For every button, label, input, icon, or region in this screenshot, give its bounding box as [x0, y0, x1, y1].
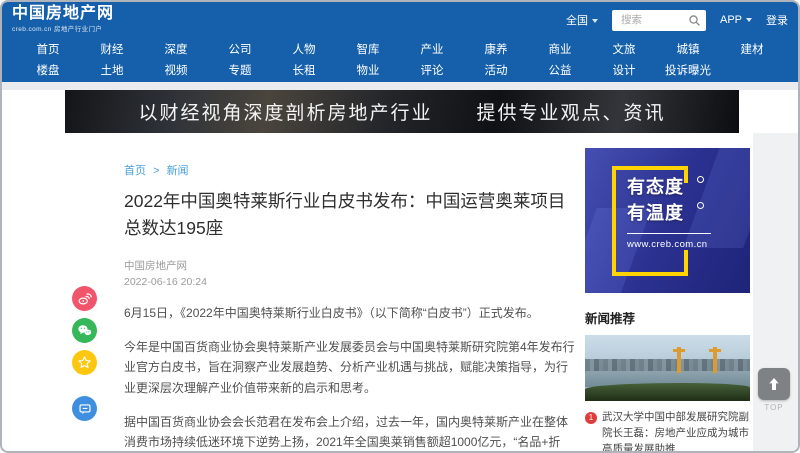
rank-badge: 1 — [585, 412, 597, 424]
thumbnail-bridge-tower — [709, 349, 721, 352]
nav-item-people[interactable]: 人物 — [272, 41, 336, 57]
list-item[interactable]: 1 武汉大学中国中部发展研究院副院长王磊：房地产业应成为城市高质量发展助推 — [585, 410, 750, 453]
breadcrumb-home[interactable]: 首页 — [124, 165, 146, 177]
nav-item-properties[interactable]: 楼盘 — [16, 62, 80, 78]
nav-item-depth[interactable]: 深度 — [144, 41, 208, 57]
back-to-top-label: TOP — [756, 403, 792, 412]
breadcrumb-separator: > — [153, 165, 159, 177]
ad-decoration — [697, 202, 704, 209]
news-list: 1 武汉大学中国中部发展研究院副院长王磊：房地产业应成为城市高质量发展助推 2 … — [585, 410, 750, 453]
main-nav: 首页 财经 深度 公司 人物 智库 产业 康养 商业 文旅 城镇 建材 楼盘 土… — [2, 38, 798, 82]
article-meta: 中国房地产网 2022-06-16 20:24 — [124, 259, 207, 291]
back-to-top-button[interactable] — [758, 368, 790, 400]
breadcrumb-news[interactable]: 新闻 — [167, 165, 189, 177]
nav-item-commerce[interactable]: 商业 — [528, 41, 592, 57]
breadcrumb: 首页 > 新闻 — [124, 162, 189, 178]
logo-subtitle: creb.com.cn 房地产行业门户 — [12, 23, 114, 33]
nav-item-design[interactable]: 设计 — [592, 62, 656, 78]
nav-item-video[interactable]: 视频 — [144, 62, 208, 78]
nav-item-wellness[interactable]: 康养 — [464, 41, 528, 57]
thumbnail-foreground — [585, 383, 750, 401]
search-icon[interactable] — [688, 14, 701, 27]
region-selector[interactable]: 全国 — [566, 12, 598, 28]
nav-item-industry[interactable]: 产业 — [400, 41, 464, 57]
thumbnail-bridge-tower — [673, 349, 685, 352]
header-actions: 全国 APP 登录 — [566, 2, 788, 38]
banner-ad[interactable]: 以财经视角深度剖析房地产行业 提供专业观点、资讯 — [65, 90, 739, 133]
page-title: 2022年中国奥特莱斯行业白皮书发布：中国运营奥莱项目总数达195座 — [124, 188, 576, 242]
nav-item-land[interactable]: 土地 — [80, 62, 144, 78]
nav-item-company[interactable]: 公司 — [208, 41, 272, 57]
ad-frame — [612, 166, 688, 170]
news-recommend-title: 新闻推荐 — [585, 308, 750, 327]
nav-item-complaints[interactable]: 投诉曝光 — [656, 62, 720, 78]
chevron-down-icon — [592, 19, 598, 23]
article-paragraph: 据中国百货商业协会会长范君在发布会上介绍，过去一年，国内奥特莱斯产业在整体消费市… — [124, 412, 576, 453]
nav-row-1: 首页 财经 深度 公司 人物 智库 产业 康养 商业 文旅 城镇 建材 — [2, 38, 798, 59]
nav-item-home[interactable]: 首页 — [16, 41, 80, 57]
site-logo[interactable]: 中国房地产网 creb.com.cn 房地产行业门户 — [12, 5, 114, 33]
ad-frame — [684, 250, 688, 276]
app-menu[interactable]: APP — [720, 14, 752, 26]
sidebar-ad[interactable]: 有态度 有温度 www.creb.com.cn — [585, 148, 750, 293]
comment-icon[interactable] — [72, 396, 97, 421]
nav-item-finance[interactable]: 财经 — [80, 41, 144, 57]
nav-row-2: 楼盘 土地 视频 专题 长租 物业 评论 活动 公益 设计 投诉曝光 — [2, 59, 798, 80]
arrow-up-icon — [766, 376, 782, 392]
divider — [2, 82, 798, 90]
article-date: 2022-06-16 20:24 — [124, 275, 207, 291]
news-item-text: 武汉大学中国中部发展研究院副院长王磊：房地产业应成为城市高质量发展助推 — [602, 410, 750, 453]
ad-frame — [612, 272, 688, 276]
chevron-down-icon — [746, 18, 752, 22]
ad-text: 有态度 有温度 www.creb.com.cn — [627, 174, 711, 250]
region-label: 全国 — [566, 15, 588, 27]
logo-title: 中国房地产网 — [12, 5, 114, 23]
nav-item-longrent[interactable]: 长租 — [272, 62, 336, 78]
ad-frame — [612, 166, 616, 276]
nav-item-comment[interactable]: 评论 — [400, 62, 464, 78]
wechat-share-icon[interactable] — [72, 318, 97, 343]
article-paragraph: 今年是中国百货商业协会奥特莱斯产业发展委员会与中国奥特莱斯研究院第4年发布行业官… — [124, 337, 576, 399]
nav-item-charity[interactable]: 公益 — [528, 62, 592, 78]
site-header: 中国房地产网 creb.com.cn 房地产行业门户 全国 APP 登录 — [2, 2, 798, 38]
ad-decoration — [697, 176, 704, 183]
banner-text-2: 提供专业观点、资讯 — [477, 98, 666, 125]
share-rail — [72, 286, 97, 421]
weibo-share-icon[interactable] — [72, 286, 97, 311]
app-label: APP — [720, 14, 742, 26]
nav-item-culture-tourism[interactable]: 文旅 — [592, 41, 656, 57]
article-body: 6月15日，《2022年中国奥特莱斯行业白皮书》（以下简称“白皮书”）正式发布。… — [124, 303, 576, 453]
search-input[interactable] — [619, 13, 695, 27]
nav-item-materials[interactable]: 建材 — [720, 41, 784, 57]
thumbnail-city — [585, 359, 750, 371]
nav-item-property-mgmt[interactable]: 物业 — [336, 62, 400, 78]
article-paragraph: 6月15日，《2022年中国奥特莱斯行业白皮书》（以下简称“白皮书”）正式发布。 — [124, 303, 576, 324]
login-link[interactable]: 登录 — [766, 12, 788, 28]
browser-window: 中国房地产网 creb.com.cn 房地产行业门户 全国 APP 登录 首页 … — [0, 0, 800, 453]
sidebar: 有态度 有温度 www.creb.com.cn 新闻推荐 1 武汉大学中国中部发… — [585, 148, 750, 453]
nav-item-events[interactable]: 活动 — [464, 62, 528, 78]
banner-text-1: 以财经视角深度剖析房地产行业 — [138, 98, 432, 125]
qzone-share-icon[interactable] — [72, 350, 97, 375]
search-box — [612, 10, 706, 31]
ad-url: www.creb.com.cn — [627, 233, 711, 250]
nav-item-thinktank[interactable]: 智库 — [336, 41, 400, 57]
nav-item-topics[interactable]: 专题 — [208, 62, 272, 78]
news-thumbnail[interactable] — [585, 335, 750, 401]
nav-item-towns[interactable]: 城镇 — [656, 41, 720, 57]
article-source: 中国房地产网 — [124, 259, 207, 275]
back-to-top: TOP — [756, 368, 792, 412]
